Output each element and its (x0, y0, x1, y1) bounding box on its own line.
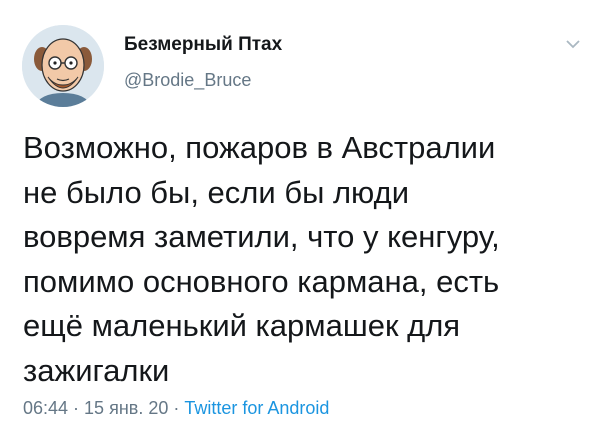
author-display-name[interactable]: Безмерный Птах (124, 34, 282, 56)
tweet-line: зажигалки (23, 352, 170, 388)
tweet-text: Возможно, пожаров в Австралии не было бы… (23, 126, 583, 393)
meta-separator: · (168, 398, 185, 418)
tweet-meta: 06:44 · 15 янв. 20 · Twitter for Android (23, 398, 329, 419)
author-handle[interactable]: @Brodie_Bruce (124, 70, 251, 91)
meta-separator: · (68, 398, 85, 418)
chevron-down-icon[interactable] (565, 37, 581, 49)
tweet-line: Возможно, пожаров в Австралии (23, 130, 496, 165)
tweet-card: Безмерный Птах @Brodie_Bruce Возможно, п… (0, 0, 600, 444)
tweet-source-link[interactable]: Twitter for Android (184, 398, 329, 418)
tweet-date[interactable]: 15 янв. 20 (84, 398, 168, 418)
tweet-line: вовремя заметили, что у кенгуру, (23, 219, 500, 254)
tweet-time[interactable]: 06:44 (23, 398, 68, 418)
cartoon-man-icon (22, 25, 104, 107)
tweet-line: ещё маленький кармашек для (23, 308, 461, 343)
tweet-line: не было бы, если бы люди (23, 174, 410, 210)
tweet-line: помимо основного кармана, есть (23, 263, 500, 299)
avatar[interactable] (22, 25, 104, 107)
